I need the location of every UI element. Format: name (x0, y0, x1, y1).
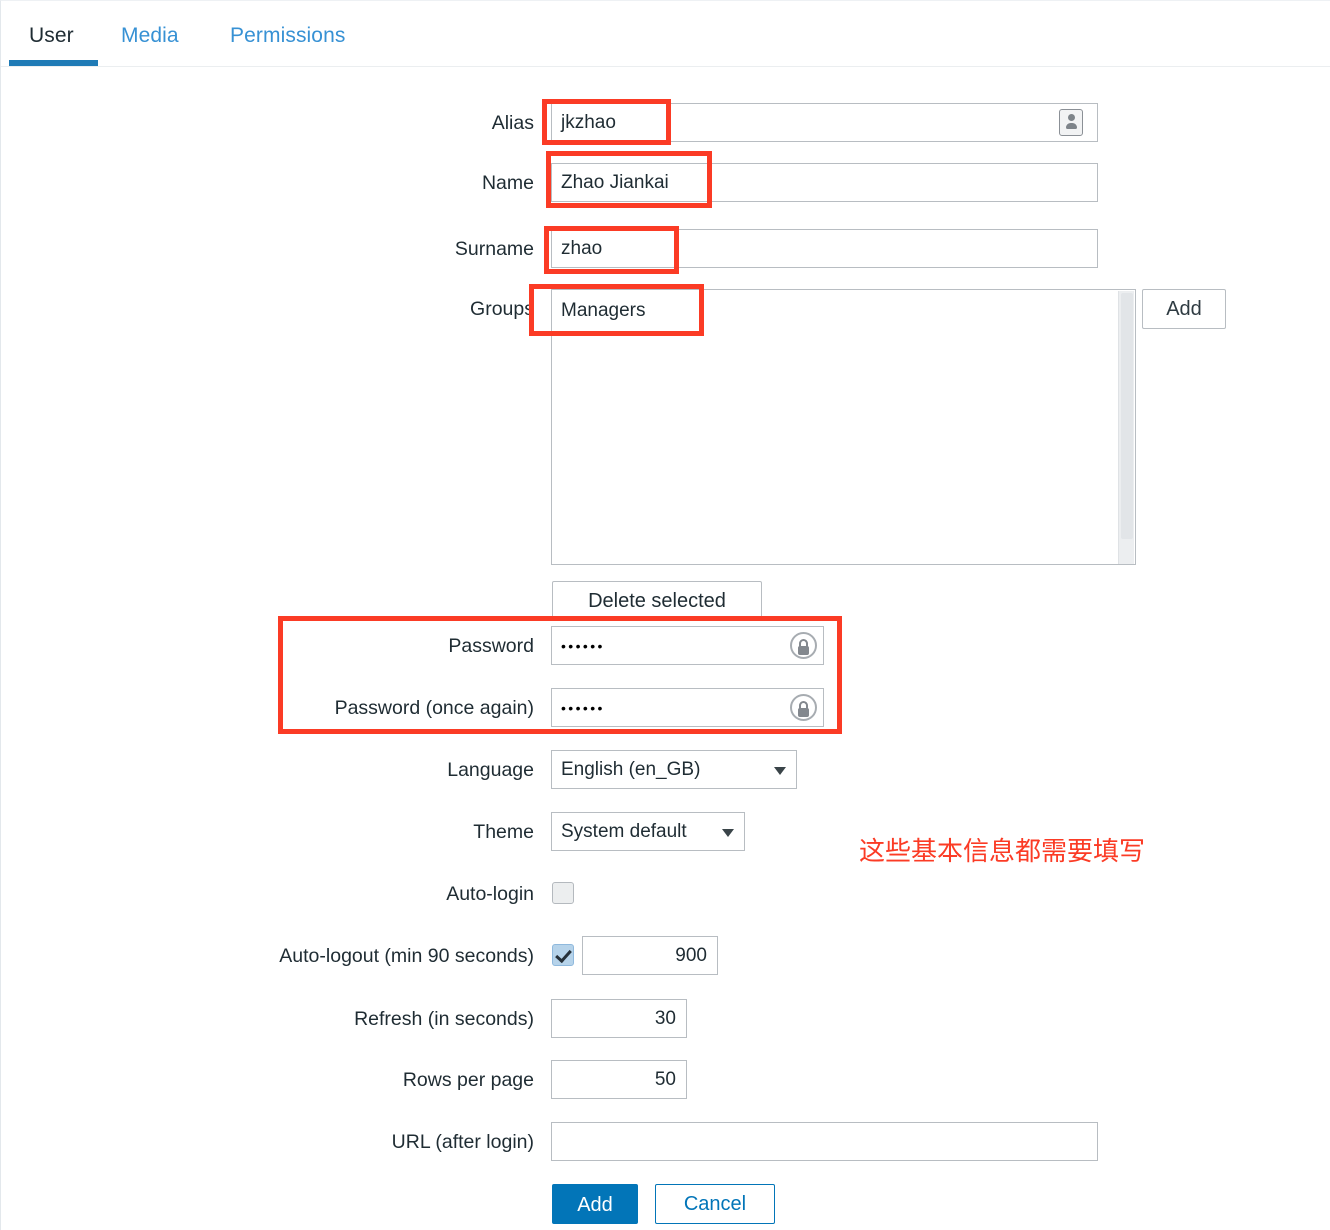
tab-media[interactable]: Media (121, 23, 179, 49)
add-group-button[interactable]: Add (1142, 289, 1226, 329)
contact-card-icon[interactable] (1059, 109, 1083, 136)
chevron-down-icon (722, 828, 734, 837)
list-item[interactable]: Managers (552, 290, 1135, 323)
refresh-input[interactable]: 30 (551, 999, 687, 1038)
language-selected-value: English (en_GB) (561, 759, 701, 780)
key-icon[interactable] (790, 632, 817, 659)
surname-label: Surname (454, 238, 534, 260)
surname-input[interactable]: zhao (551, 229, 1098, 268)
refresh-label: Refresh (in seconds) (354, 1008, 534, 1030)
alias-label: Alias (491, 112, 534, 134)
language-label: Language (447, 759, 534, 781)
auto-logout-checkbox[interactable] (552, 944, 574, 966)
groups-label: Groups (470, 298, 534, 320)
alias-input[interactable]: jkzhao (551, 103, 1098, 142)
password-label: Password (448, 635, 534, 657)
scrollbar-thumb[interactable] (1121, 293, 1133, 539)
url-after-login-input[interactable] (551, 1122, 1098, 1161)
delete-selected-button[interactable]: Delete selected (552, 581, 762, 621)
chevron-down-icon (774, 766, 786, 775)
url-after-login-label: URL (after login) (391, 1131, 534, 1153)
tab-permissions[interactable]: Permissions (230, 23, 345, 49)
theme-selected-value: System default (561, 821, 687, 842)
language-select[interactable]: English (en_GB) (551, 750, 797, 789)
name-input[interactable]: Zhao Jiankai (551, 163, 1098, 202)
key-icon[interactable] (790, 694, 817, 721)
annotation-note: 这些基本信息都需要填写 (859, 837, 1146, 867)
name-label: Name (481, 172, 534, 194)
theme-select[interactable]: System default (551, 812, 745, 851)
theme-label: Theme (473, 821, 534, 843)
tab-bar: User Media Permissions (1, 1, 1330, 67)
password-input[interactable]: •••••• (551, 626, 824, 665)
rows-per-page-label: Rows per page (402, 1069, 534, 1091)
active-tab-indicator (9, 60, 98, 66)
user-form-page: User Media Permissions Alias jkzhao Name… (0, 0, 1330, 1230)
auto-logout-label: Auto-logout (min 90 seconds) (279, 945, 534, 967)
submit-button[interactable]: Add (552, 1184, 638, 1224)
groups-listbox[interactable]: Managers (551, 289, 1136, 565)
password-again-input[interactable]: •••••• (551, 688, 824, 727)
rows-per-page-input[interactable]: 50 (551, 1060, 687, 1099)
auto-login-checkbox[interactable] (552, 882, 574, 904)
cancel-button[interactable]: Cancel (655, 1184, 775, 1224)
password-again-label: Password (once again) (334, 697, 534, 719)
groups-scrollbar[interactable] (1118, 291, 1134, 564)
tab-user[interactable]: User (29, 23, 74, 49)
auto-logout-input[interactable]: 900 (582, 936, 718, 975)
auto-login-label: Auto-login (446, 883, 534, 905)
